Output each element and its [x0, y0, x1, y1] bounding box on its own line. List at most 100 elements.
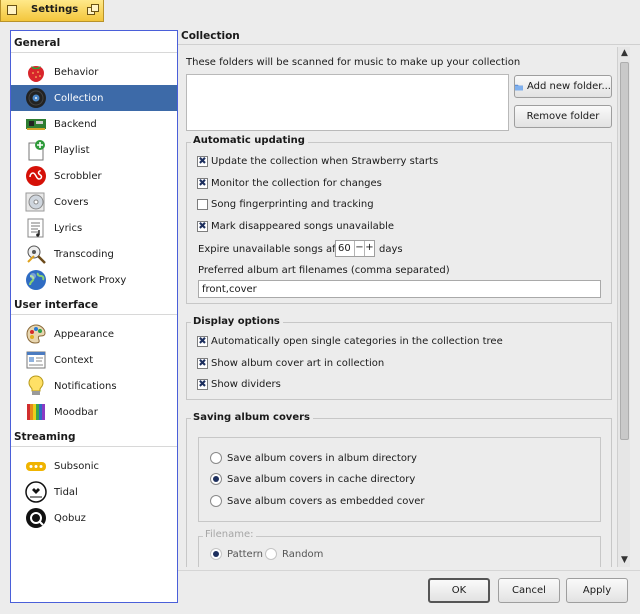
sidebar-item-label: Qobuz	[54, 512, 86, 524]
window-title-tab[interactable]: Settings	[0, 0, 104, 22]
album-art-filenames-input[interactable]: front,cover	[198, 280, 601, 298]
expire-days-value: 60	[338, 243, 351, 254]
remove-folder-button[interactable]: Remove folder	[514, 105, 612, 128]
save-as-embedded-radio[interactable]: Save album covers as embedded cover	[210, 495, 425, 507]
cancel-button[interactable]: Cancel	[498, 578, 560, 603]
sidebar-item-scrobbler[interactable]: Scrobbler	[11, 163, 177, 189]
radio-indicator	[210, 495, 222, 507]
checkbox-label: Song fingerprinting and tracking	[211, 199, 374, 210]
folders-label: These folders will be scanned for music …	[186, 57, 521, 68]
scroll-up-icon[interactable]: ▲	[618, 47, 631, 60]
filename-random-radio[interactable]: Random	[265, 548, 323, 560]
button-bar-divider	[178, 570, 640, 571]
update-on-start-checkbox[interactable]: ✖ Update the collection when Strawberry …	[197, 156, 438, 167]
decrement-icon[interactable]: −	[354, 241, 364, 256]
checkbox-label: Update the collection when Strawberry st…	[211, 156, 439, 167]
show-dividers-checkbox[interactable]: ✖ Show dividers	[197, 379, 281, 390]
checkbox-label: Show dividers	[211, 379, 281, 390]
filename-pattern-radio[interactable]: Pattern	[210, 548, 263, 560]
checkbox-label: Show album cover art in collection	[211, 358, 385, 369]
checkbox-mark: ✖	[197, 177, 208, 189]
sidebar-item-label: Playlist	[54, 144, 90, 156]
lastfm-icon	[26, 166, 46, 186]
radio-label: Pattern	[227, 548, 263, 560]
checkbox-label: Automatically open single categories in …	[211, 336, 503, 347]
fingerprinting-checkbox[interactable]: Song fingerprinting and tracking	[197, 199, 374, 210]
sidebar-item-moodbar[interactable]: Moodbar	[11, 399, 177, 425]
lightbulb-icon	[28, 375, 44, 395]
increment-icon[interactable]: +	[364, 241, 374, 256]
checkbox-mark-empty	[197, 199, 208, 210]
sidebar-item-lyrics[interactable]: Lyrics	[11, 215, 177, 241]
sidebar-item-label: Covers	[54, 196, 89, 208]
sidebar-item-label: Appearance	[54, 328, 115, 340]
strawberry-icon	[28, 66, 44, 82]
sidebar-item-subsonic[interactable]: Subsonic	[11, 453, 177, 479]
playlist-add-icon	[28, 140, 45, 161]
sidebar-item-label: Transcoding	[54, 248, 114, 260]
sidebar-item-label: Lyrics	[54, 222, 83, 234]
scrollbar-thumb[interactable]	[620, 62, 629, 440]
palette-icon	[26, 324, 46, 344]
monitor-changes-checkbox[interactable]: ✖ Monitor the collection for changes	[197, 178, 382, 189]
mark-unavailable-checkbox[interactable]: ✖ Mark disappeared songs unavailable	[197, 221, 394, 232]
sidebar-item-transcoding[interactable]: Transcoding	[11, 241, 177, 267]
sidebar-item-appearance[interactable]: Appearance	[11, 321, 177, 347]
checkbox-label: Monitor the collection for changes	[211, 178, 382, 189]
moodbar-icon	[27, 404, 45, 420]
checkbox-label: Mark disappeared songs unavailable	[211, 221, 395, 232]
settings-category-list[interactable]: General Behavior Collection Backend Play…	[10, 30, 178, 603]
cd-cover-icon	[25, 192, 45, 212]
sidebar-item-playlist[interactable]: Playlist	[11, 137, 177, 163]
radio-label: Save album covers as embedded cover	[227, 495, 425, 507]
radio-indicator	[210, 548, 222, 560]
checkbox-mark: ✖	[197, 357, 208, 369]
scroll-down-icon[interactable]: ▼	[618, 554, 631, 567]
sidebar-item-label: Context	[54, 354, 94, 366]
page-title: Collection	[181, 30, 240, 42]
sidebar-item-tidal[interactable]: Tidal	[11, 479, 177, 505]
automatic-updating-title: Automatic updating	[191, 135, 308, 146]
title-bar: Settings	[0, 0, 640, 22]
radio-label: Save album covers in album directory	[227, 452, 417, 464]
circuit-board-icon	[26, 119, 46, 130]
apply-button[interactable]: Apply	[566, 578, 628, 603]
sidebar-item-qobuz[interactable]: Qobuz	[11, 505, 177, 531]
checkbox-mark: ✖	[197, 155, 208, 167]
sidebar-item-label: Moodbar	[54, 406, 98, 418]
window-title: Settings	[31, 4, 79, 15]
add-folder-button[interactable]: Add new folder...	[514, 75, 612, 98]
sidebar-group-streaming: Streaming	[11, 425, 177, 447]
open-single-categories-checkbox[interactable]: ✖ Automatically open single categories i…	[197, 336, 503, 347]
vertical-scrollbar[interactable]: ▲ ▼	[617, 47, 630, 567]
sidebar-item-label: Notifications	[54, 380, 117, 392]
ok-button[interactable]: OK	[428, 578, 490, 603]
sidebar-item-label: Subsonic	[54, 460, 99, 472]
expire-days-spinbox[interactable]: 60 − +	[335, 240, 375, 257]
radio-indicator	[210, 452, 222, 464]
sidebar-item-collection[interactable]: Collection	[11, 85, 177, 111]
sidebar-item-backend[interactable]: Backend	[11, 111, 177, 137]
save-in-cache-directory-radio[interactable]: Save album covers in cache directory	[210, 473, 415, 485]
sidebar-item-context[interactable]: Context	[11, 347, 177, 373]
ok-label: OK	[451, 585, 467, 596]
folder-icon	[515, 84, 523, 90]
sidebar-item-label: Network Proxy	[54, 274, 127, 286]
collection-settings-scroll-area[interactable]: These folders will be scanned for music …	[181, 47, 617, 567]
checkbox-mark: ✖	[197, 378, 208, 390]
sidebar-item-covers[interactable]: Covers	[11, 189, 177, 215]
maximize-icon[interactable]	[87, 4, 99, 16]
context-window-icon	[26, 351, 46, 369]
sidebar-item-notifications[interactable]: Notifications	[11, 373, 177, 399]
show-cover-art-checkbox[interactable]: ✖ Show album cover art in collection	[197, 358, 384, 369]
expire-unit-label: days	[379, 244, 403, 255]
subsonic-icon	[26, 462, 46, 471]
save-in-album-directory-radio[interactable]: Save album covers in album directory	[210, 452, 417, 464]
radio-indicator	[210, 473, 222, 485]
window-menu-icon[interactable]	[7, 5, 17, 15]
sidebar-group-general: General	[11, 31, 177, 53]
sidebar-item-behavior[interactable]: Behavior	[11, 59, 177, 85]
album-art-filenames-value: front,cover	[202, 283, 257, 295]
collection-folder-list[interactable]	[186, 74, 509, 131]
sidebar-item-network-proxy[interactable]: Network Proxy	[11, 267, 177, 293]
